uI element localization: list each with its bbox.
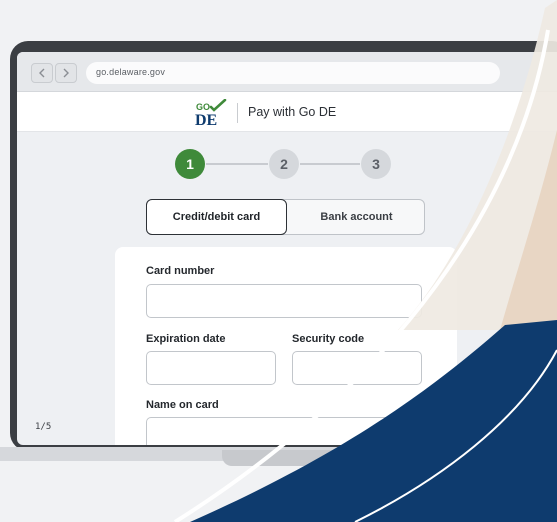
security-code-input[interactable]	[292, 351, 422, 385]
header-title: Pay with Go DE	[248, 105, 337, 119]
svg-text:GO: GO	[196, 102, 210, 112]
name-on-card-input[interactable]	[146, 417, 422, 445]
payment-form: Card number Expiration date Security cod…	[115, 247, 457, 445]
page-counter: 1/5	[35, 422, 52, 432]
security-code-label: Security code	[292, 333, 365, 345]
card-number-label: Card number	[146, 265, 215, 277]
tab-credit-debit-card[interactable]: Credit/debit card	[146, 199, 287, 235]
name-on-card-label: Name on card	[146, 399, 219, 411]
stepper-connector	[300, 163, 360, 165]
laptop-notch	[222, 450, 342, 466]
site-header: GO DE Pay with Go DE	[17, 92, 557, 132]
payment-method-tabs: Credit/debit card Bank account	[146, 199, 425, 235]
svg-text:DE: DE	[195, 112, 217, 127]
back-button[interactable]	[31, 63, 53, 83]
step-2: 2	[269, 149, 299, 179]
browser-toolbar: go.delaware.gov	[17, 52, 557, 92]
tab-bank-account[interactable]: Bank account	[287, 199, 426, 235]
go-de-logo[interactable]: GO DE	[194, 99, 228, 127]
step-3: 3	[361, 149, 391, 179]
laptop-screen: go.delaware.gov GO DE Pay with Go DE 1 2…	[17, 52, 557, 445]
address-bar[interactable]: go.delaware.gov	[86, 62, 500, 84]
forward-button[interactable]	[55, 63, 77, 83]
chevron-left-icon	[39, 68, 45, 78]
card-number-input[interactable]	[146, 284, 422, 318]
url-text: go.delaware.gov	[96, 67, 166, 77]
stepper-connector	[206, 163, 268, 165]
step-1: 1	[175, 149, 205, 179]
expiration-date-input[interactable]	[146, 351, 276, 385]
expiration-date-label: Expiration date	[146, 333, 226, 345]
chevron-right-icon	[63, 68, 69, 78]
header-divider	[237, 103, 238, 123]
